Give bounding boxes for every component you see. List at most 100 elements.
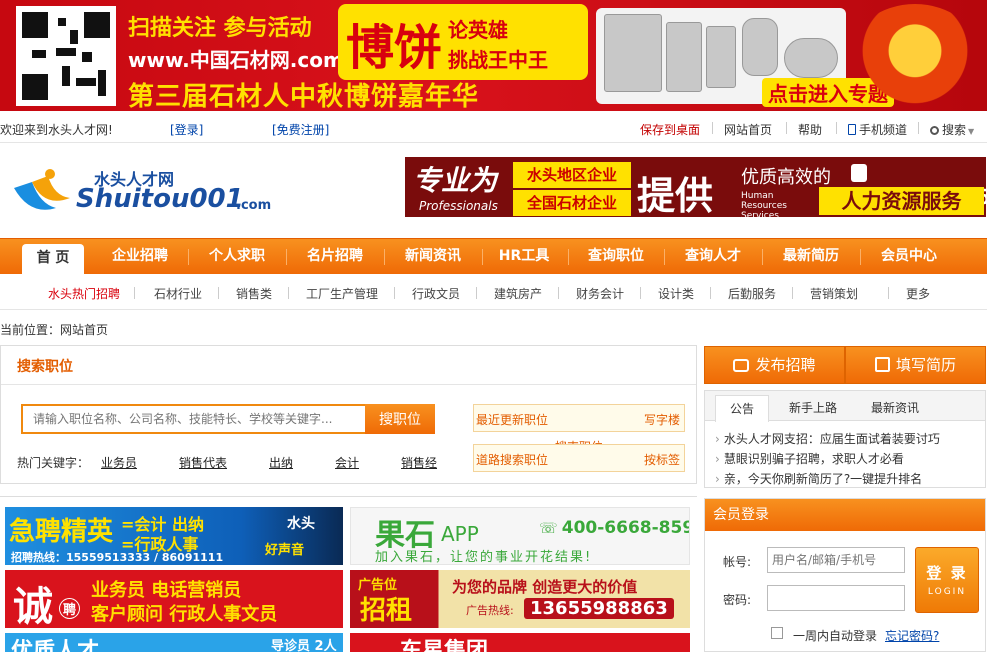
nav-hr-tools[interactable]: HR工具 (484, 239, 564, 275)
ad1-brand: 水头 (287, 516, 315, 532)
ad-banner-2[interactable]: 果石 APP ☏ 400-6668-859 加入果石，让您的事业开花结果! (350, 507, 690, 565)
ad1-tel: 招聘热线：15559513333 / 86091111 (11, 551, 224, 564)
save-to-desktop-link[interactable]: 保存到桌面 (640, 121, 700, 138)
fill-resume-button[interactable]: 填写简历 (845, 346, 986, 384)
subnav-construction[interactable]: 建筑房产 (494, 285, 542, 302)
nav-query-jobs[interactable]: 查询职位 (572, 239, 660, 275)
header-ad-hrs: Human Resources Services (741, 191, 787, 217)
ad6-main: 东星集团 (400, 639, 489, 652)
banner-title: 第三届石材人中秋博饼嘉年华 (128, 82, 480, 111)
hot-keyword[interactable]: 出纳 (269, 454, 293, 471)
forgot-password-link[interactable]: 忘记密码? (885, 627, 939, 644)
road-jobs-link[interactable]: 道路搜索职位 (476, 451, 548, 468)
hot-keyword[interactable]: 会计 (335, 454, 359, 471)
mobile-channel-link[interactable]: 手机频道 (848, 121, 907, 138)
list-item[interactable]: 慧眼识别骗子招聘，求职人才必看 (715, 449, 940, 469)
divider (640, 287, 641, 299)
tab-notice[interactable]: 公告 (715, 395, 770, 422)
subnav-more[interactable]: 更多 (906, 285, 930, 302)
help-link[interactable]: 帮助 (798, 121, 822, 138)
account-input[interactable] (767, 547, 905, 573)
password-input[interactable] (767, 585, 905, 611)
subnav-stone[interactable]: 石材行业 (154, 285, 202, 302)
nav-news[interactable]: 新闻资讯 (388, 239, 478, 275)
banner-bobing-text: 博饼 (346, 20, 443, 76)
header-ad-provide: 提供 (637, 174, 714, 217)
header-ad-banner[interactable]: 专业为 Professionals 水头地区企业 全国石材企业 提供 优质高效的… (405, 157, 986, 217)
logo-en-text: Shuitou001 (76, 184, 244, 214)
recent-jobs-link[interactable]: 最近更新职位 (476, 411, 548, 428)
search-jobs-button[interactable]: 搜职位 (365, 404, 435, 434)
subnav-hot-jobs[interactable]: 水头热门招聘 (48, 285, 120, 302)
search-link[interactable]: 搜索 ▼ (930, 121, 974, 138)
post-job-button[interactable]: 发布招聘 (704, 346, 845, 384)
tab-latest-news[interactable]: 最新资讯 (871, 399, 919, 416)
qr-code-icon (16, 6, 116, 106)
divider (888, 287, 889, 299)
nav-member-center[interactable]: 会员中心 (864, 239, 954, 275)
phone-icon (851, 164, 867, 182)
job-search-panel: 搜索职位 搜职位 热门关键字： 业务员 销售代表 出纳 会计 销售经 最近更新职… (0, 345, 697, 484)
ad-banner-1[interactable]: 急聘精英 =会计 出纳 =行政人事 招聘热线：15559513333 / 860… (5, 507, 343, 565)
login-link[interactable]: [登录] (170, 121, 203, 138)
nav-card-jobs[interactable]: 名片招聘 (290, 239, 380, 275)
ad3-line1: 业务员 电话营销员 (91, 580, 242, 601)
hot-keyword[interactable]: 销售经 (401, 454, 437, 471)
subnav-marketing[interactable]: 营销策划 (810, 285, 858, 302)
top-utility-bar: 欢迎来到水头人才网! [登录] [免费注册] 保存到桌面 网站首页 帮助 手机频… (0, 113, 987, 143)
ad2-slogan: 加入果石，让您的事业开花结果! (375, 550, 593, 565)
login-button[interactable]: 登 录 LOGIN (915, 547, 979, 613)
subnav-finance[interactable]: 财务会计 (576, 285, 624, 302)
member-login-panel: 会员登录 帐号: 密码: 登 录 LOGIN 一周内自动登录 忘记密码? (704, 498, 986, 652)
top-banner-ad[interactable]: 扫描关注 参与活动 www.中国石材网.com 第三届石材人中秋博饼嘉年华 博饼… (0, 0, 987, 111)
list-item[interactable]: 亲，今天你刷新简历了?一键提升排名 (715, 469, 940, 489)
nav-company-jobs[interactable]: 企业招聘 (96, 239, 184, 275)
register-link[interactable]: [免费注册] (272, 121, 329, 138)
list-item[interactable]: 水头人才网支招：应届生面试着装要讨巧 (715, 429, 940, 449)
subnav-admin[interactable]: 行政文员 (412, 285, 460, 302)
site-home-link[interactable]: 网站首页 (724, 121, 772, 138)
header-ad-box1: 水头地区企业 (513, 162, 631, 188)
header-ad-hrservice: 人力资源服务 (819, 187, 984, 215)
search-label: 搜索 (942, 123, 967, 137)
ad1-brand2: 好声音 (265, 543, 305, 558)
header-ad-box2: 全国石材企业 (513, 190, 631, 216)
tab-beginner[interactable]: 新手上路 (789, 399, 837, 416)
auto-login-checkbox[interactable] (771, 627, 783, 639)
ad-banner-4[interactable]: 广告位 招租 为您的品牌 创造更大的价值 广告热线: 13655988863 (350, 570, 690, 628)
breadcrumb: 当前位置：网站首页 (0, 323, 109, 337)
divider (1, 384, 696, 385)
fill-resume-label: 填写简历 (895, 356, 956, 374)
nav-home[interactable]: 首 页 (22, 244, 84, 275)
subnav-sales[interactable]: 销售类 (236, 285, 272, 302)
ad-banner-5[interactable]: 优质人才 导诊员 2人 (5, 633, 343, 652)
ad4-tel: 13655988863 (524, 598, 674, 619)
login-button-label: 登 录 (926, 564, 968, 582)
sub-nav: 水头热门招聘 石材行业 销售类 工厂生产管理 行政文员 建筑房产 财务会计 设计… (0, 274, 987, 310)
nav-query-talent[interactable]: 查询人才 (668, 239, 758, 275)
ad1-main: 急聘精英 (9, 517, 114, 547)
divider (860, 249, 861, 265)
divider (482, 249, 483, 265)
job-search-input[interactable] (21, 404, 365, 434)
mobile-icon (848, 124, 856, 135)
divider (762, 249, 763, 265)
notice-panel: 公告 新手上路 最新资讯 水头人才网支招：应届生面试着装要讨巧 慧眼识别骗子招聘… (704, 390, 986, 488)
main-nav: 首 页 企业招聘 个人求职 名片招聘 新闻资讯 HR工具 查询职位 查询人才 最… (0, 238, 987, 275)
hot-keyword[interactable]: 销售代表 (179, 454, 227, 471)
by-tag-link[interactable]: 按标签 (644, 451, 680, 468)
ad3-line2: 客户顾问 行政人事文员 (91, 604, 278, 625)
divider (710, 287, 711, 299)
nav-latest-resumes[interactable]: 最新简历 (766, 239, 856, 275)
ad-banner-3[interactable]: 诚 聘 业务员 电话营销员 客户顾问 行政人事文员 (5, 570, 343, 628)
nav-job-seeking[interactable]: 个人求职 (192, 239, 282, 275)
subnav-design[interactable]: 设计类 (658, 285, 694, 302)
ad-banner-6[interactable]: 东星集团 (350, 633, 690, 652)
site-logo[interactable]: 水头人才网 Shuitou001 .com (10, 164, 280, 220)
subnav-factory[interactable]: 工厂生产管理 (306, 285, 378, 302)
ad2-app: APP (441, 522, 479, 546)
subnav-logistics[interactable]: 后勤服务 (728, 285, 776, 302)
hot-keyword[interactable]: 业务员 (101, 454, 137, 471)
ad4-main: 招租 (360, 596, 413, 626)
office-building-link[interactable]: 写字楼 (644, 411, 680, 428)
